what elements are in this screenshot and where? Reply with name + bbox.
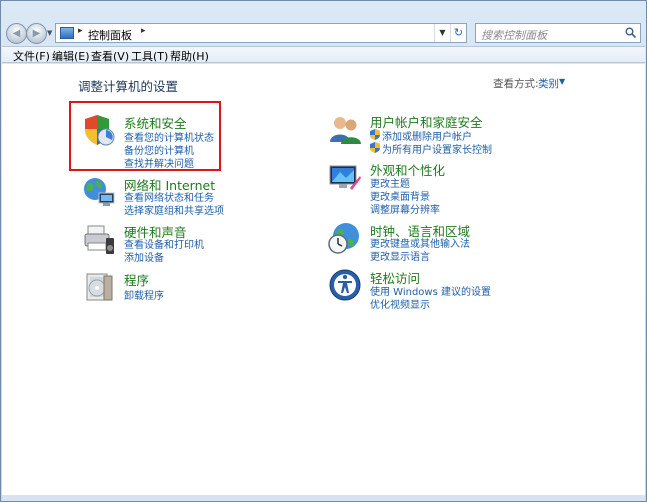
ease-of-access-icon[interactable] [328,268,362,302]
menu-bar: 文件(F) 编辑(E) 查看(V) 工具(T) 帮助(H) [2,46,645,63]
window-bottom-border [2,495,645,501]
main-content: 调整计算机的设置 查看方式: 类别 ▼ 系统和安全 查看您的计算机状态 备份您的… [2,64,645,495]
highlight-box [69,101,221,171]
chevron-right-icon[interactable]: ▸ [141,26,146,36]
category-clock-language-region: 时钟、语言和区域 更改键盘或其他输入法 更改显示语言 [328,221,548,263]
control-panel-window: ◀ ▶ ▼ ▸ 控制面板 ▸ ▼ ↻ 搜索控制面板 文件(F) 编辑(E) 查看… [0,0,647,502]
refresh-icon[interactable]: ↻ [450,24,466,42]
link-optimize-visual-display[interactable]: 优化视频显示 [370,296,430,311]
chevron-down-icon[interactable]: ▼ [559,77,565,86]
category-ease-of-access: 轻松访问 使用 Windows 建议的设置 优化视频显示 [328,268,548,311]
back-button[interactable]: ◀ [6,23,27,44]
search-input[interactable]: 搜索控制面板 [475,23,641,43]
chevron-right-icon[interactable]: ▸ [78,26,83,36]
page-title: 调整计算机的设置 [78,79,179,94]
menu-file[interactable]: 文件(F) [13,48,50,64]
link-homegroup-sharing[interactable]: 选择家庭组和共享选项 [124,202,224,217]
category-appearance: 外观和个性化 更改主题 更改桌面背景 调整屏幕分辨率 [328,160,548,216]
programs-icon[interactable] [82,270,116,304]
link-label: 为所有用户设置家长控制 [382,145,492,156]
menu-edit[interactable]: 编辑(E) [52,48,90,64]
category-hardware-sound: 硬件和声音 查看设备和打印机 添加设备 [82,222,242,264]
hardware-sound-icon[interactable] [82,222,116,256]
link-parental-controls[interactable]: 为所有用户设置家长控制 [370,141,492,156]
menu-tools[interactable]: 工具(T) [131,48,168,64]
shield-icon [370,129,380,140]
search-icon[interactable] [625,27,636,38]
link-add-device[interactable]: 添加设备 [124,249,164,264]
link-adjust-resolution[interactable]: 调整屏幕分辨率 [370,201,440,216]
forward-button[interactable]: ▶ [26,23,47,44]
address-history-dropdown[interactable]: ▼ [434,24,450,42]
view-by-dropdown[interactable]: 类别 [538,76,559,91]
category-user-accounts: 用户帐户和家庭安全 添加或删除用户帐户 为所有用户设置家长控制 [328,112,548,156]
search-placeholder: 搜索控制面板 [481,29,547,42]
address-bar[interactable]: ▸ 控制面板 ▸ ▼ ↻ [55,23,467,43]
link-change-display-language[interactable]: 更改显示语言 [370,248,430,263]
menu-help[interactable]: 帮助(H) [170,48,209,64]
clock-region-icon[interactable] [328,221,362,255]
user-accounts-icon[interactable] [328,112,362,146]
network-icon[interactable] [82,175,116,209]
breadcrumb-control-panel[interactable]: 控制面板 [88,27,132,43]
menu-view[interactable]: 查看(V) [91,48,129,64]
category-network-internet: 网络和 Internet 查看网络状态和任务 选择家庭组和共享选项 [82,175,242,217]
link-uninstall-program[interactable]: 卸载程序 [124,287,164,302]
view-by-label: 查看方式: [493,78,539,90]
appearance-icon[interactable] [328,160,362,194]
navigation-bar: ◀ ▶ ▼ ▸ 控制面板 ▸ ▼ ↻ 搜索控制面板 [1,1,646,45]
category-programs: 程序 卸载程序 [82,270,242,306]
recent-pages-dropdown[interactable]: ▼ [47,29,55,37]
shield-icon [370,142,380,153]
control-panel-icon [60,27,74,39]
